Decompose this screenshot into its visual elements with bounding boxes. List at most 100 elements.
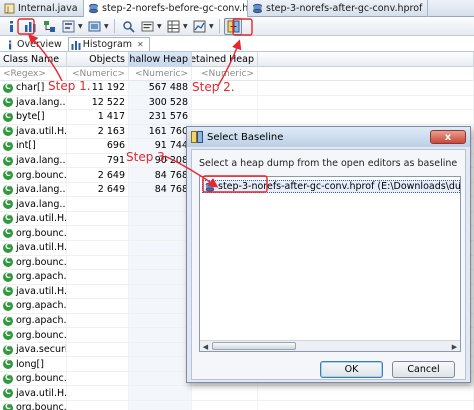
shallow-heap-cell bbox=[129, 226, 192, 241]
scrollbar-thumb[interactable] bbox=[212, 342, 296, 350]
class-icon bbox=[3, 82, 13, 93]
editor-tab-bar: J Internal.java step-2-norefs-before-gc-… bbox=[0, 0, 474, 17]
shallow-heap-cell bbox=[129, 284, 192, 299]
class-icon bbox=[3, 242, 13, 253]
cancel-button[interactable]: Cancel bbox=[392, 361, 455, 378]
class-name-cell: org.bounc... bbox=[0, 255, 67, 270]
class-name-cell: org.bounc... bbox=[0, 168, 67, 182]
sql-button[interactable] bbox=[138, 18, 156, 35]
class-name-cell: org.bounc... bbox=[0, 328, 67, 342]
editor-tab-step3-hprof[interactable]: step-3-norefs-after-gc-conv.hprof bbox=[248, 0, 428, 17]
objects-cell: 2 649 bbox=[67, 168, 129, 182]
tab-overview[interactable]: Overview bbox=[2, 37, 68, 51]
search-button[interactable] bbox=[119, 18, 137, 35]
objects-cell bbox=[67, 401, 129, 410]
retained-heap-cell bbox=[192, 95, 258, 110]
class-name: java.util.H... bbox=[16, 125, 67, 137]
overview-button[interactable] bbox=[2, 18, 20, 35]
objects-cell: 2 163 bbox=[67, 124, 129, 139]
ok-button[interactable]: OK bbox=[320, 361, 383, 378]
chevron-down-icon[interactable]: ▼ bbox=[183, 23, 189, 30]
inspector-button[interactable] bbox=[85, 18, 103, 35]
dialog-title-bar[interactable]: Select Baseline x bbox=[187, 127, 470, 147]
scroll-left-icon[interactable]: ◀ bbox=[200, 342, 211, 351]
objects-cell bbox=[67, 386, 129, 401]
class-name: org.bounc... bbox=[16, 256, 67, 268]
search-icon bbox=[122, 20, 135, 33]
objects-cell bbox=[67, 299, 129, 313]
class-name-cell: org.bounc... bbox=[0, 401, 67, 410]
close-icon[interactable]: ✕ bbox=[137, 40, 144, 49]
column-header-shallow-heap[interactable]: Shallow Heap bbox=[129, 52, 192, 67]
list-item-label: step-3-norefs-after-gc-conv.hprof (E:\Do… bbox=[218, 181, 461, 192]
class-name: java.lang... bbox=[16, 184, 67, 196]
class-icon bbox=[3, 329, 13, 341]
objects-cell: 12 522 bbox=[67, 95, 129, 110]
scroll-right-icon[interactable]: ▶ bbox=[449, 342, 460, 351]
class-icon bbox=[3, 184, 13, 195]
chevron-down-icon[interactable]: ▼ bbox=[78, 23, 84, 30]
editor-tab-internal-java[interactable]: J Internal.java bbox=[0, 0, 84, 17]
dialog-close-button[interactable]: x bbox=[430, 130, 466, 144]
table-row[interactable]: java.lang...12 522300 528 bbox=[0, 95, 474, 111]
list-item[interactable]: step-3-norefs-after-gc-conv.hprof (E:\Do… bbox=[202, 180, 460, 193]
editor-tab-label: step-2-norefs-before-gc-conv.hprof bbox=[102, 3, 248, 14]
table-row[interactable]: org.bounc... bbox=[0, 401, 474, 410]
class-name: org.apach... bbox=[16, 300, 67, 312]
shallow-heap-cell bbox=[129, 328, 192, 342]
close-icon: x bbox=[444, 131, 452, 143]
table-row[interactable]: java.util.H... bbox=[0, 386, 474, 402]
chevron-down-icon[interactable]: ▼ bbox=[157, 23, 163, 30]
shallow-heap-cell bbox=[129, 401, 192, 410]
objects-cell bbox=[67, 371, 129, 386]
column-header-filler bbox=[258, 52, 474, 67]
shallow-heap-cell: 84 768 bbox=[129, 182, 192, 197]
heap-dump-list[interactable]: step-3-norefs-after-gc-conv.hprof (E:\Do… bbox=[199, 176, 461, 352]
histogram-button[interactable] bbox=[21, 18, 39, 35]
tab-histogram[interactable]: Histogram ✕ bbox=[67, 37, 150, 51]
shallow-heap-filter-input[interactable]: <Numeric> bbox=[129, 67, 192, 81]
horizontal-scrollbar[interactable]: ◀ ▶ bbox=[200, 340, 460, 351]
class-name: byte[] bbox=[16, 111, 45, 123]
shallow-heap-cell bbox=[129, 357, 192, 371]
class-name: java.securi... bbox=[16, 344, 66, 356]
query-browser-button[interactable] bbox=[59, 18, 77, 35]
chevron-down-icon[interactable]: ▼ bbox=[104, 23, 110, 30]
class-name-cell: java.util.H... bbox=[0, 124, 67, 139]
class-name: org.apach... bbox=[16, 315, 67, 327]
objects-cell: 791 bbox=[67, 153, 129, 168]
class-name: java.util.H... bbox=[16, 242, 67, 254]
class-name: java.util.H... bbox=[16, 387, 67, 399]
shallow-heap-cell bbox=[129, 299, 192, 313]
grid-button[interactable] bbox=[164, 18, 182, 35]
column-header-class-name[interactable]: Class Name bbox=[0, 52, 67, 67]
inspector-icon bbox=[88, 21, 100, 31]
retained-heap-filter-input[interactable]: <Numeric> bbox=[192, 67, 258, 81]
class-name: org.bounc... bbox=[16, 329, 67, 341]
class-name: org.bounc... bbox=[16, 227, 67, 239]
objects-cell: 2 649 bbox=[67, 182, 129, 197]
column-header-retained-heap[interactable]: Retained Heap bbox=[192, 52, 258, 67]
dominator-tree-button[interactable] bbox=[40, 18, 58, 35]
class-icon bbox=[3, 315, 13, 326]
table-row[interactable]: byte[] 1 417231 576 bbox=[0, 110, 474, 125]
compare-to-baseline-button[interactable] bbox=[224, 17, 242, 35]
shallow-heap-cell bbox=[129, 386, 192, 401]
chevron-down-icon[interactable]: ▼ bbox=[209, 23, 215, 30]
filter-filler bbox=[258, 67, 474, 81]
class-name: org.bounc... bbox=[16, 169, 67, 181]
heap-dump-icon bbox=[253, 3, 262, 14]
class-name-cell: long[] bbox=[0, 357, 67, 371]
editor-tab-step2-hprof[interactable]: step-2-norefs-before-gc-conv.hprof ✕ bbox=[84, 0, 248, 17]
class-icon bbox=[3, 125, 13, 137]
column-header-objects[interactable]: Objects bbox=[67, 52, 129, 67]
class-icon bbox=[3, 344, 13, 355]
class-name: org.apach... bbox=[16, 271, 67, 283]
objects-cell: 1 417 bbox=[67, 110, 129, 124]
tab-label: Histogram bbox=[82, 39, 133, 50]
chart-button[interactable] bbox=[190, 18, 208, 35]
objects-cell bbox=[67, 284, 129, 299]
shallow-heap-cell bbox=[129, 197, 192, 211]
shallow-heap-cell: 300 528 bbox=[129, 95, 192, 110]
objects-cell bbox=[67, 357, 129, 371]
